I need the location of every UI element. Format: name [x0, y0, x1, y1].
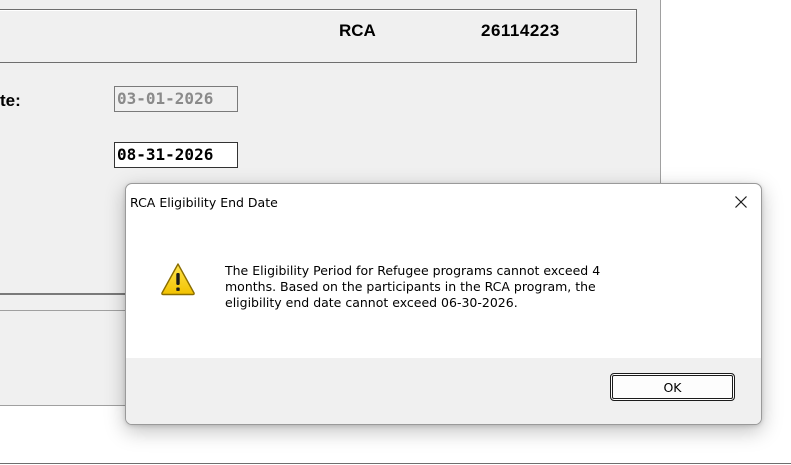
message-line: The Eligibility Period for Refugee progr…: [225, 263, 601, 278]
form-divider: [0, 293, 126, 295]
form-divider: [0, 310, 126, 311]
case-number: 26114223: [481, 21, 560, 40]
dialog-message: The Eligibility Period for Refugee progr…: [225, 263, 735, 311]
case-header-panel: RCA 26114223: [0, 9, 637, 63]
dialog-title: RCA Eligibility End Date: [130, 195, 278, 210]
program-code: RCA: [339, 21, 376, 40]
message-line: eligibility end date cannot exceed 06-30…: [225, 295, 518, 310]
eligibility-end-date-dialog: RCA Eligibility End Date The Eligibility…: [125, 183, 762, 425]
start-date-field: 03-01-2026: [114, 86, 238, 112]
close-icon: [735, 196, 747, 208]
close-button[interactable]: [727, 188, 755, 216]
bottom-divider: [0, 463, 791, 464]
message-line: months. Based on the participants in the…: [225, 279, 596, 294]
ok-button[interactable]: OK: [610, 373, 735, 401]
warning-icon: [161, 263, 195, 296]
start-date-label: te:: [0, 91, 21, 110]
dialog-button-bar: OK: [126, 358, 761, 424]
end-date-field[interactable]: 08-31-2026: [114, 142, 238, 168]
